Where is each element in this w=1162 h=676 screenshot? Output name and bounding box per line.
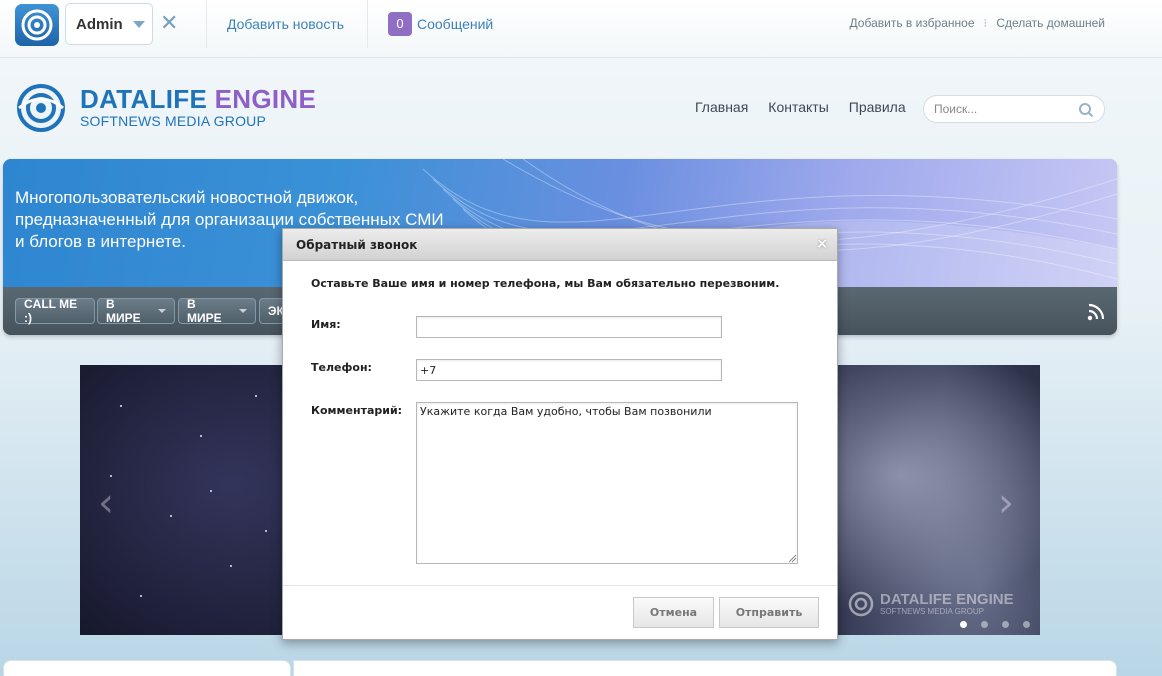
resize-grip-icon[interactable] — [788, 554, 797, 563]
name-label: Имя: — [311, 318, 341, 331]
top-bar: Admin ✕ Добавить новость 0 Сообщений Доб… — [0, 0, 1162, 58]
world-menu-label: В МИРЕ — [187, 297, 222, 325]
content-panel — [293, 660, 1117, 676]
dialog-header[interactable]: Обратный звонок × — [283, 229, 837, 261]
dialog-intro-text: Оставьте Ваше имя и номер телефона, мы В… — [311, 277, 780, 290]
watermark-subtitle: SOFTNEWS MEDIA GROUP — [880, 606, 985, 616]
link-separator: ⁝ — [983, 16, 988, 30]
set-home-link[interactable]: Сделать домашней — [996, 16, 1105, 30]
messages-link[interactable]: Сообщений — [417, 16, 493, 32]
slider-dot[interactable] — [1023, 621, 1030, 628]
star-decoration — [265, 530, 267, 532]
star-decoration — [140, 595, 142, 597]
username: Admin — [76, 15, 123, 33]
watermark-logo-icon — [848, 591, 874, 617]
brand-logo-icon[interactable] — [15, 84, 69, 132]
star-decoration — [170, 515, 172, 517]
submit-button[interactable]: Отправить — [719, 597, 819, 628]
phone-field[interactable] — [416, 359, 722, 381]
world-menu-button[interactable]: В МИРЕ — [97, 297, 175, 325]
world-menu-label: В МИРЕ — [106, 297, 141, 325]
star-decoration — [210, 490, 212, 492]
slider-next-icon[interactable]: › — [998, 480, 1014, 526]
nav-item-rules[interactable]: Правила — [849, 99, 906, 115]
comment-label: Комментарий: — [311, 404, 403, 417]
sidebar-panel — [3, 660, 291, 676]
divider — [367, 0, 368, 48]
brand-title[interactable]: DATALIFE ENGINE — [80, 84, 316, 115]
add-favorites-link[interactable]: Добавить в избранное — [850, 16, 975, 30]
nav-item-home[interactable]: Главная — [695, 99, 748, 115]
site-logo-icon[interactable] — [15, 4, 59, 46]
slider-dot[interactable] — [1002, 621, 1009, 628]
add-news-link[interactable]: Добавить новость — [227, 16, 344, 32]
slider-watermark: DATALIFE ENGINE SOFTNEWS MEDIA GROUP — [848, 591, 1014, 617]
brand-subtitle: SOFTNEWS MEDIA GROUP — [80, 113, 267, 129]
slider-dots — [960, 621, 1030, 628]
star-decoration — [120, 405, 122, 407]
call-me-label: CALL ME :) — [24, 297, 78, 325]
call-me-button[interactable]: CALL ME :) — [15, 297, 95, 325]
divider — [206, 0, 207, 48]
star-decoration — [230, 565, 232, 567]
phone-label: Телефон: — [311, 361, 372, 374]
chevron-down-icon — [239, 309, 247, 313]
nav-item-contacts[interactable]: Контакты — [768, 99, 828, 115]
search-icon[interactable] — [1078, 102, 1094, 118]
dialog-title: Обратный звонок — [296, 238, 418, 252]
rss-icon[interactable] — [1087, 303, 1105, 321]
brand-title-part2: ENGINE — [214, 84, 317, 114]
logout-close-icon[interactable]: ✕ — [160, 12, 178, 36]
slider-dot[interactable] — [960, 621, 967, 628]
dialog-footer: Отмена Отправить — [283, 585, 837, 639]
world-menu-button-2[interactable]: В МИРЕ — [178, 297, 256, 325]
search-box — [923, 95, 1105, 123]
slider-dot[interactable] — [981, 621, 988, 628]
star-decoration — [200, 435, 202, 437]
chevron-down-icon — [158, 309, 166, 313]
brand-title-part1: DATALIFE — [80, 84, 208, 114]
callback-dialog: Обратный звонок × Оставьте Ваше имя и но… — [282, 228, 838, 640]
close-icon[interactable]: × — [816, 235, 828, 253]
top-links: Добавить в избранное ⁝ Сделать домашней — [850, 16, 1105, 30]
watermark-title: DATALIFE ENGINE — [880, 590, 1014, 608]
main-nav: Главная Контакты Правила — [695, 99, 906, 115]
messages-count-badge[interactable]: 0 — [388, 12, 412, 36]
search-input[interactable] — [934, 101, 1074, 117]
star-decoration — [110, 475, 112, 477]
slider-prev-icon[interactable]: ‹ — [98, 480, 114, 526]
chevron-down-icon — [132, 20, 145, 28]
user-menu-button[interactable]: Admin — [65, 3, 153, 45]
name-field[interactable] — [416, 316, 722, 338]
star-decoration — [255, 395, 257, 397]
comment-field[interactable]: Укажите когда Вам удобно, чтобы Вам позв… — [416, 402, 798, 564]
cancel-button[interactable]: Отмена — [633, 597, 714, 628]
